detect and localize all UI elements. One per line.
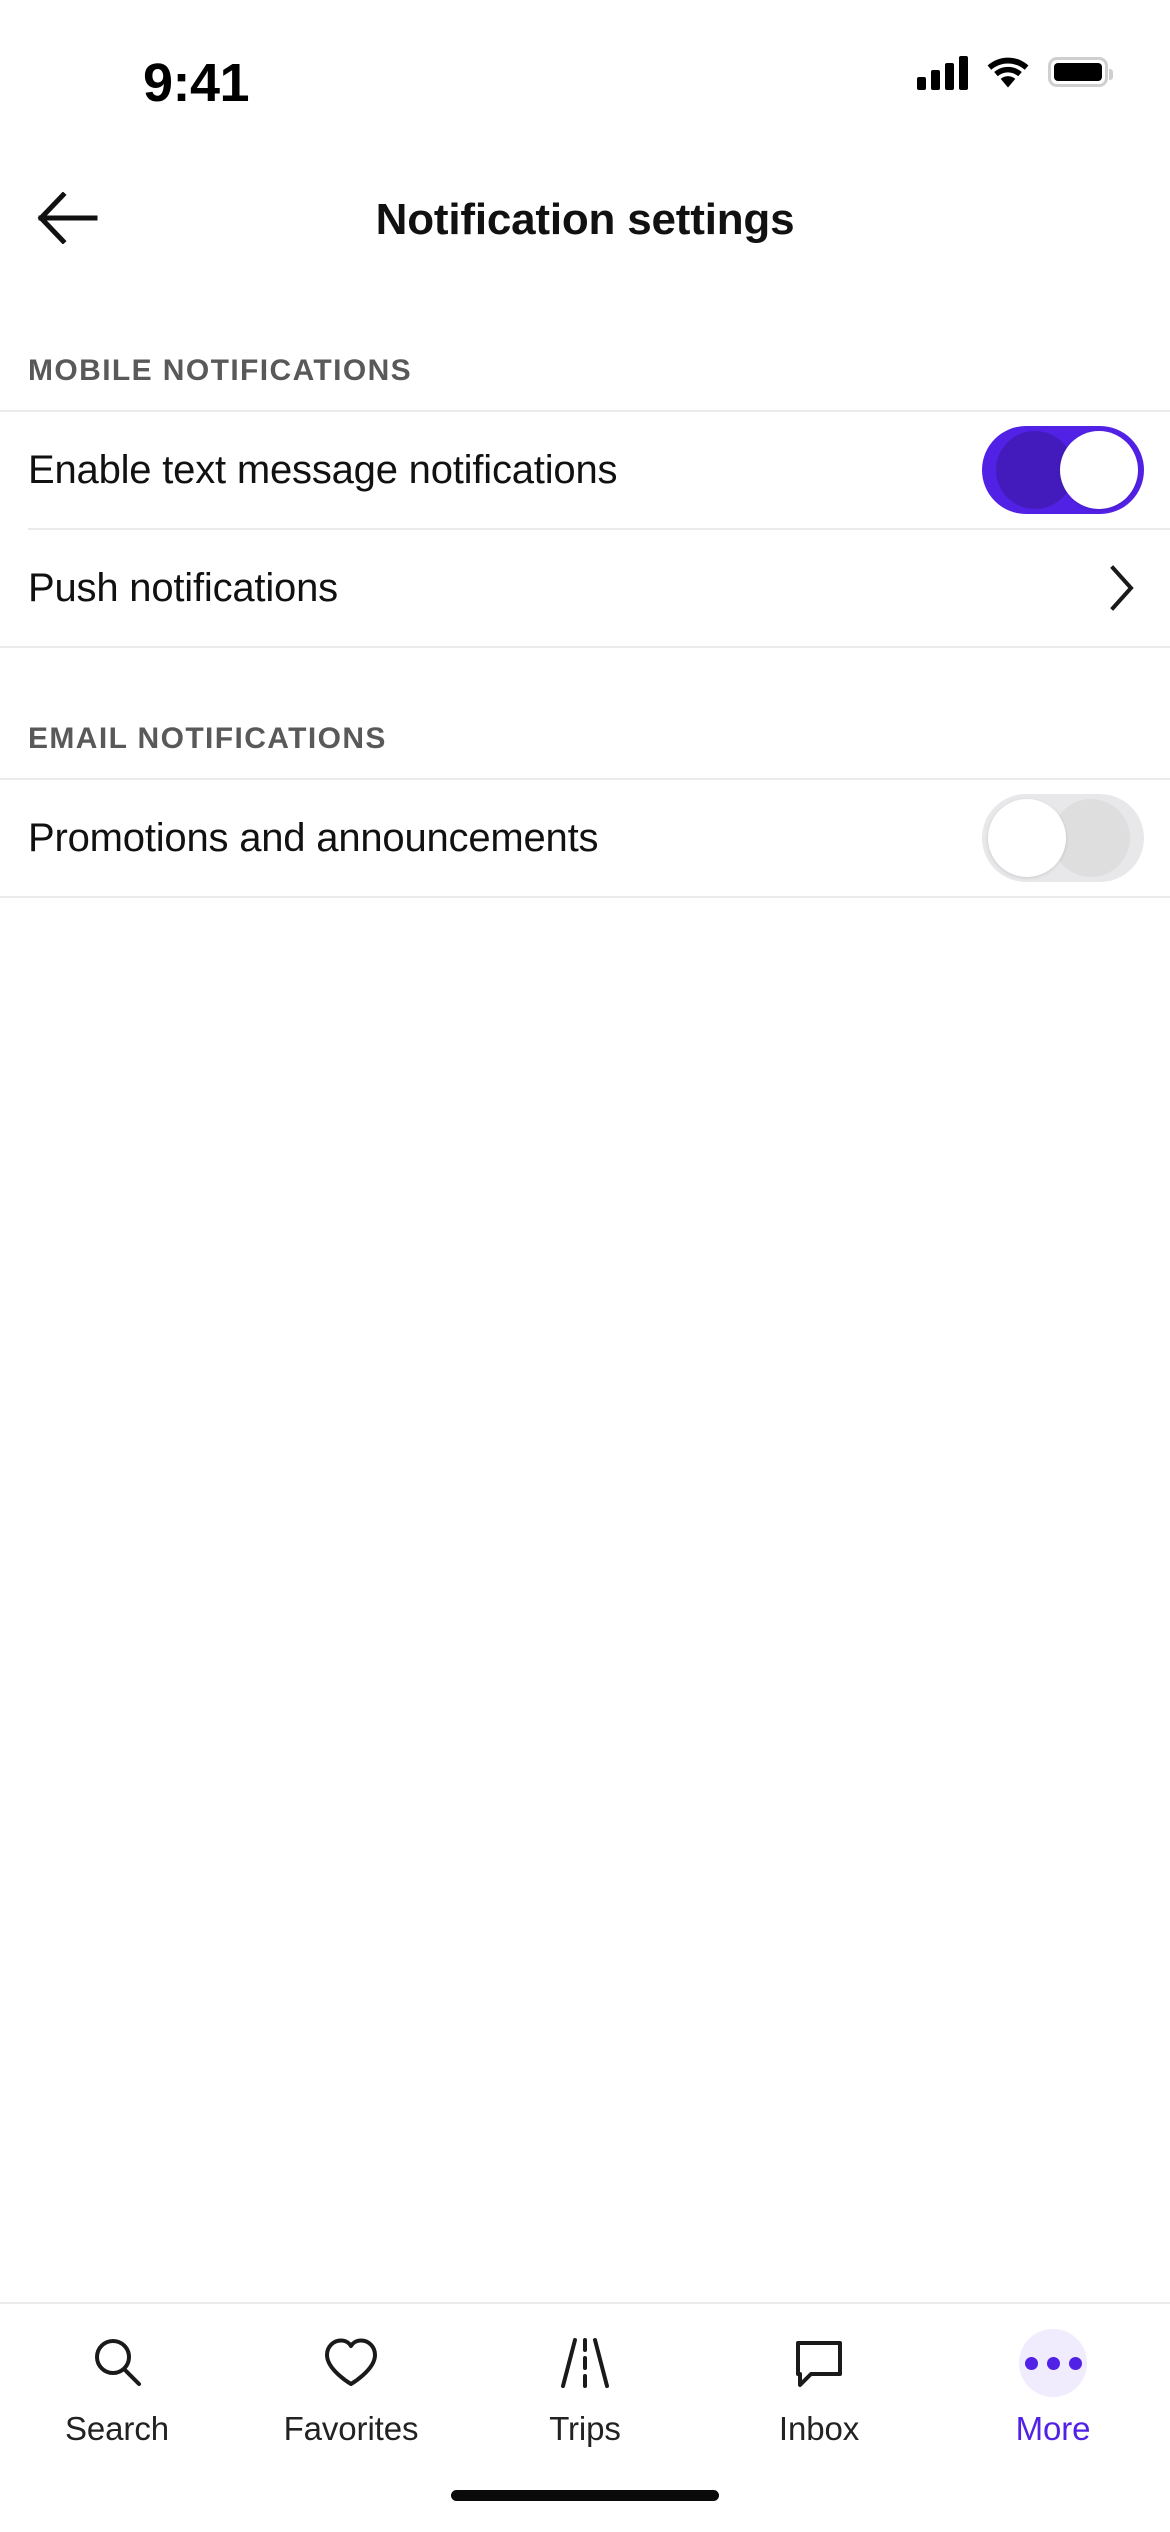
status-bar: 9:41	[0, 0, 1170, 160]
section-header-mobile-notifications: MOBILE NOTIFICATIONS	[28, 354, 413, 387]
chat-bubble-icon	[784, 2330, 854, 2396]
tab-label: More	[1015, 2410, 1091, 2447]
wifi-icon	[986, 55, 1030, 89]
toggle-enable-text-message-notifications[interactable]	[982, 426, 1144, 514]
row-enable-text-message-notifications[interactable]: Enable text message notifications	[0, 412, 1170, 528]
tab-search[interactable]: Search	[0, 2330, 234, 2448]
row-label: Promotions and announcements	[28, 815, 599, 860]
toggle-promotions-and-announcements[interactable]	[982, 794, 1144, 882]
row-label: Enable text message notifications	[28, 447, 618, 492]
search-icon	[82, 2330, 152, 2396]
toggle-knob	[1060, 431, 1138, 509]
tab-favorites[interactable]: Favorites	[234, 2330, 468, 2448]
status-time: 9:41	[143, 53, 250, 113]
ellipsis-icon	[1018, 2329, 1088, 2397]
navigation-header: Notification settings	[0, 160, 1170, 280]
tab-inbox[interactable]: Inbox	[702, 2330, 936, 2448]
toggle-knob	[988, 799, 1066, 877]
arrow-left-icon	[37, 190, 99, 249]
road-icon	[550, 2330, 620, 2396]
section-header-email-notifications: EMAIL NOTIFICATIONS	[28, 722, 387, 755]
bottom-tab-bar: Search Favorites Trips Inbox More	[0, 2302, 1170, 2458]
chevron-right-icon[interactable]	[1100, 565, 1144, 611]
tab-label: Trips	[549, 2410, 621, 2447]
row-push-notifications[interactable]: Push notifications	[0, 530, 1170, 646]
tab-label: Search	[65, 2410, 169, 2447]
signal-bars-icon	[917, 54, 968, 90]
row-label: Push notifications	[28, 565, 338, 610]
page-title: Notification settings	[375, 195, 795, 244]
settings-content: MOBILE NOTIFICATIONS Enable text message…	[0, 280, 1170, 2302]
app-screen: 9:41 Notification settings MOBILE NOTIFI…	[0, 0, 1170, 2532]
heart-icon	[316, 2330, 386, 2396]
tab-more[interactable]: More	[936, 2329, 1170, 2448]
tab-label: Favorites	[283, 2410, 419, 2447]
status-indicators	[917, 54, 1113, 90]
home-indicator-area	[0, 2458, 1170, 2532]
battery-full-icon	[1048, 57, 1113, 87]
tab-trips[interactable]: Trips	[468, 2330, 702, 2448]
row-promotions-and-announcements[interactable]: Promotions and announcements	[0, 780, 1170, 896]
tab-label: Inbox	[778, 2410, 860, 2447]
home-indicator[interactable]	[451, 2489, 719, 2501]
back-button[interactable]	[28, 180, 108, 260]
